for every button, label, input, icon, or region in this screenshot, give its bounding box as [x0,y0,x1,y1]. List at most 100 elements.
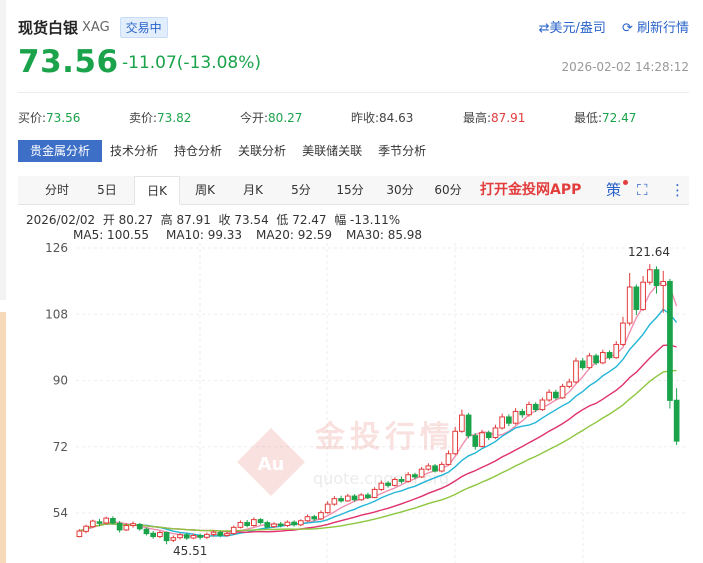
candle-up [358,493,365,501]
candle-body [331,498,338,505]
candle-body [351,495,358,501]
candle-up [324,501,331,514]
candle-up [646,264,653,285]
candle-body [230,526,237,535]
candle-body [371,488,378,499]
candle-body [552,391,559,399]
candle-up [613,341,620,359]
candle-body [116,522,123,531]
candle-up [170,535,177,543]
candle-up [89,519,96,528]
candle-down [291,520,297,527]
candle-down [653,266,660,294]
candle-down [552,389,559,400]
candle-up [546,389,552,402]
candle-body [566,381,573,387]
candle-body [271,523,277,528]
candle-body [626,286,633,324]
candle-up [425,463,432,471]
candle-down [593,353,599,366]
candle-down [163,531,170,545]
candle-up [479,429,485,448]
candle-up [230,525,237,535]
candle-body [660,280,667,287]
candle-up [573,357,579,384]
candle-body [613,343,620,359]
candle-body [499,416,506,429]
candle-down [257,518,264,525]
candle-body [573,360,579,383]
candle-body [506,416,512,424]
candle-body [257,519,264,524]
candles [76,264,680,545]
candle-body [177,534,183,539]
candle-body [96,521,103,524]
candle-body [452,430,459,455]
candle-up [344,493,351,502]
candle-up [620,316,626,346]
candle-up [512,408,519,425]
watermark-logo-text: Au [258,454,285,475]
candle-body [512,410,519,424]
candle-down [606,350,613,360]
candle-body [579,360,586,369]
candle-down [338,495,344,503]
candle-body [438,463,445,472]
candle-body [385,482,391,486]
candle-body [324,503,331,514]
candle-down [465,412,472,439]
candle-up [204,532,210,540]
candle-body [586,355,593,369]
y-axis: 126 108 90 72 54 [45,241,68,520]
candle-body [546,391,552,401]
moving-average-lines [79,280,678,538]
candle-down [244,519,250,528]
candle-up [284,520,291,527]
candle-body [606,352,613,359]
min-annotation: 45.51 [173,544,207,558]
candle-up [492,424,499,440]
candle-up [539,397,546,412]
candle-body [197,534,204,538]
candle-body [391,479,398,486]
candle-body [224,533,230,536]
candle-body [297,520,304,526]
candle-up [297,519,304,527]
candle-up [459,409,465,433]
y-tick-label: 108 [45,307,68,321]
candle-body [432,465,438,472]
candle-body [277,523,284,527]
candle-body [264,522,271,528]
max-annotation: 121.64 [628,245,670,259]
candle-down [519,408,526,418]
candle-body [593,355,599,364]
candle-up [640,275,646,311]
watermark-brand: 金投行情 [314,420,455,455]
candle-body [673,399,680,442]
candle-body [365,494,371,499]
candle-body [653,269,660,287]
candle-up [660,270,667,313]
candle-up [599,349,606,365]
candle-body [338,498,344,502]
candle-body [291,521,297,526]
ma5-line [79,280,678,538]
candlestick-chart[interactable]: 126 108 90 72 54 Au 金投行情 quote.cngold.org 12… [0,0,703,563]
candle-body [89,520,96,528]
candle-body [479,432,485,447]
candle-body [485,432,492,439]
candle-body [237,522,244,528]
y-tick-label: 126 [45,241,68,255]
candle-body [130,523,136,527]
candle-down [633,284,640,315]
candle-body [150,532,157,538]
candle-down [150,531,157,539]
candle-body [620,322,626,345]
candle-body [76,530,83,538]
y-tick-label: 90 [53,374,68,388]
candle-down [579,358,586,370]
candle-up [130,521,136,528]
candle-down [116,521,123,533]
candle-body [170,537,177,541]
candle-body [344,495,351,502]
